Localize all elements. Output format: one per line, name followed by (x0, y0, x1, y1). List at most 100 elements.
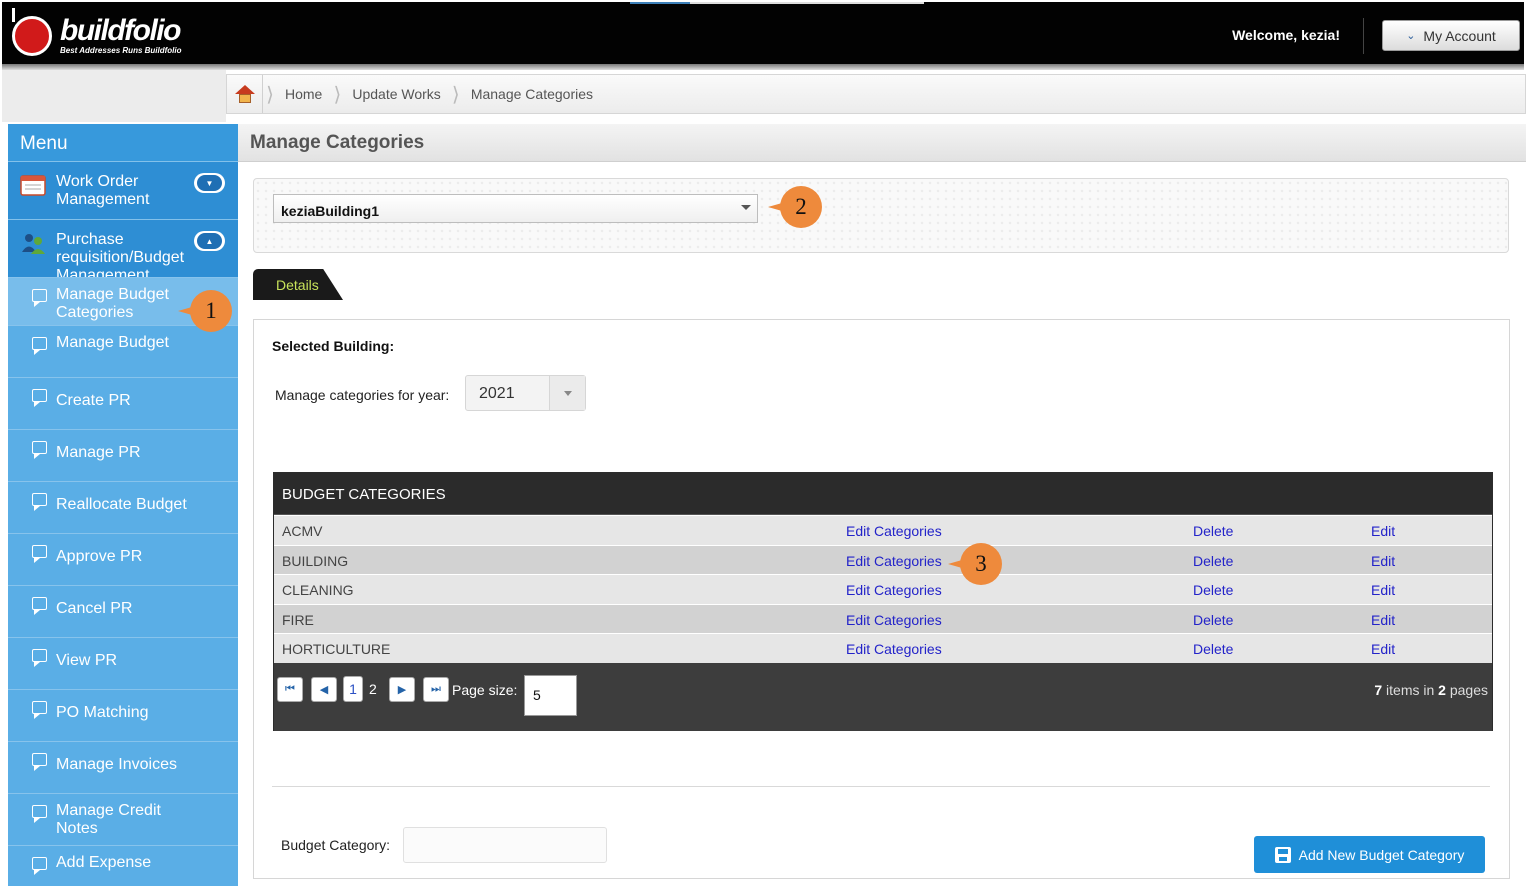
edit-categories-link[interactable]: Edit Categories (846, 582, 942, 598)
sidebar-item-label: Manage Credit Notes (56, 802, 161, 837)
breadcrumb-separator-icon: ⟩ (266, 83, 274, 106)
selected-building-label: Selected Building: (272, 338, 395, 354)
items-count: 7 (1374, 681, 1383, 698)
comment-icon (32, 289, 47, 307)
menu-group-label: Purchase requisition/Budget Management (56, 231, 185, 277)
category-name: FIRE (282, 611, 314, 628)
calendar-icon (20, 175, 46, 196)
last-page-button[interactable]: ⏭ (423, 676, 449, 702)
first-page-button[interactable]: ⏮ (277, 676, 303, 702)
sidebar-item-label: Manage PR (56, 444, 141, 461)
menu-group-purchase-requisition[interactable]: Purchase requisition/Budget Management ▲ (8, 219, 238, 277)
add-new-budget-category-button[interactable]: Add New Budget Category (1254, 836, 1485, 873)
year-dropdown-button[interactable] (549, 376, 585, 410)
edit-link[interactable]: Edit (1371, 582, 1395, 598)
edit-categories-link[interactable]: Edit Categories (846, 612, 942, 628)
sidebar-item-create-pr[interactable]: Create PR (8, 377, 238, 429)
comment-icon (32, 649, 47, 667)
prev-page-button[interactable]: ◀ (311, 676, 337, 702)
sidebar-item-label: Create PR (56, 392, 131, 409)
callout-marker: 2 (768, 186, 822, 228)
comment-icon (32, 857, 47, 875)
pages-text: pages (1449, 681, 1488, 698)
sidebar-item-manage-credit-notes[interactable]: Manage Credit Notes (8, 793, 238, 845)
comment-icon (32, 597, 47, 615)
delete-link[interactable]: Delete (1193, 612, 1233, 628)
my-account-button[interactable]: ⌄ My Account (1382, 20, 1520, 51)
comment-icon (32, 753, 47, 771)
section-divider (272, 786, 1490, 787)
edit-link[interactable]: Edit (1371, 612, 1395, 628)
tab-details[interactable]: Details (253, 269, 343, 300)
comment-icon (32, 805, 47, 823)
sidebar-item-po-matching[interactable]: PO Matching (8, 689, 238, 741)
budget-categories-grid: BUDGET CATEGORIES ACMV Edit Categories D… (273, 472, 1493, 731)
sidebar-item-label: Add Expense (56, 854, 152, 871)
budget-category-label: Budget Category: (281, 837, 390, 853)
category-name: BUILDING (282, 552, 349, 569)
sidebar-item-label: Cancel PR (56, 600, 133, 617)
edit-link[interactable]: Edit (1371, 553, 1395, 569)
edit-categories-link[interactable]: Edit Categories (846, 523, 942, 539)
comment-icon (32, 493, 47, 511)
grid-pager: ⏮ ◀ 1 2 ▶ ⏭ Page size: 5 7 items in 2 pa… (274, 662, 1492, 731)
category-name: CLEANING (282, 582, 354, 599)
page-size-label: Page size: (452, 681, 518, 698)
pager-info: 7 items in 2 pages (1374, 682, 1488, 698)
edit-categories-link[interactable]: Edit Categories (846, 641, 942, 657)
chevron-down-icon: ⌄ (1406, 30, 1416, 42)
sidebar-item-cancel-pr[interactable]: Cancel PR (8, 585, 238, 637)
page-2-button[interactable]: 2 (369, 676, 377, 697)
comment-icon (32, 389, 47, 407)
delete-link[interactable]: Delete (1193, 553, 1233, 569)
sidebar-item-label: Manage Budget Categories (56, 286, 169, 321)
sidebar: Menu Work Order Management ▼ Purchase re… (8, 124, 238, 886)
sidebar-item-label: Manage Budget (56, 334, 169, 351)
breadcrumb-home[interactable]: Home (277, 86, 330, 102)
first-page-icon: ⏮ (285, 682, 295, 695)
sidebar-item-manage-invoices[interactable]: Manage Invoices (8, 741, 238, 793)
breadcrumb-manage-categories[interactable]: Manage Categories (463, 86, 601, 102)
header-divider (1363, 18, 1364, 54)
save-icon (1274, 846, 1291, 863)
sidebar-item-manage-budget[interactable]: Manage Budget (8, 325, 238, 377)
building-select[interactable]: keziaBuilding1 (273, 194, 758, 223)
sidebar-item-manage-pr[interactable]: Manage PR (8, 429, 238, 481)
dropdown-arrow-icon (741, 205, 751, 210)
delete-link[interactable]: Delete (1193, 641, 1233, 657)
page-1-button[interactable]: 1 (343, 675, 363, 702)
users-icon (22, 234, 45, 254)
my-account-label: My Account (1423, 27, 1496, 44)
chevron-up-icon: ▲ (197, 233, 222, 249)
home-button[interactable] (227, 75, 263, 113)
sidebar-item-add-expense[interactable]: Add Expense (8, 845, 238, 886)
expand-toggle[interactable]: ▼ (194, 173, 225, 193)
breadcrumb: ⟩ Home ⟩ Update Works ⟩ Manage Categorie… (226, 74, 1526, 114)
chevron-down-icon: ▼ (197, 175, 222, 191)
edit-categories-link[interactable]: Edit Categories (846, 553, 942, 569)
menu-group-work-order[interactable]: Work Order Management ▼ (8, 161, 238, 219)
next-page-button[interactable]: ▶ (389, 676, 415, 702)
add-button-label: Add New Budget Category (1298, 846, 1465, 863)
sidebar-item-view-pr[interactable]: View PR (8, 637, 238, 689)
delete-link[interactable]: Delete (1193, 523, 1233, 539)
collapse-toggle[interactable]: ▲ (194, 231, 225, 251)
next-page-icon: ▶ (397, 683, 407, 696)
year-select[interactable]: 2021 (465, 375, 586, 411)
sidebar-item-reallocate-budget[interactable]: Reallocate Budget (8, 481, 238, 533)
page-size-input[interactable]: 5 (524, 674, 577, 716)
sidebar-item-approve-pr[interactable]: Approve PR (8, 533, 238, 585)
breadcrumb-update-works[interactable]: Update Works (344, 86, 448, 102)
edit-link[interactable]: Edit (1371, 523, 1395, 539)
building-select-value: keziaBuilding1 (281, 203, 380, 219)
app-root: buildfolio Best Addresses Runs Buildfoli… (0, 0, 1526, 886)
delete-link[interactable]: Delete (1193, 582, 1233, 598)
prev-page-icon: ◀ (319, 683, 329, 696)
category-name: ACMV (282, 523, 323, 539)
table-row: HORTICULTURE Edit Categories Delete Edit (274, 633, 1492, 663)
grid-rows: ACMV Edit Categories Delete Edit BUILDIN… (274, 515, 1492, 663)
edit-link[interactable]: Edit (1371, 641, 1395, 657)
budget-category-input[interactable] (403, 827, 607, 863)
top-bar: buildfolio Best Addresses Runs Buildfoli… (2, 2, 1524, 64)
comment-icon (32, 337, 47, 355)
